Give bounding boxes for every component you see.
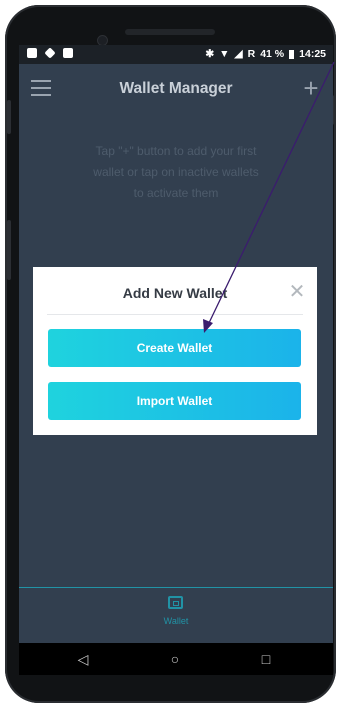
add-wallet-dialog: Add New Wallet ✕ Create Wallet Import Wa… [33,267,317,435]
tab-wallet-label: Wallet [163,616,189,626]
volume-down-button [7,220,11,280]
bottom-tab-bar: Wallet [19,587,333,643]
dialog-title: Add New Wallet [122,285,228,301]
recents-square-icon[interactable]: □ [258,651,274,667]
tab-wallet[interactable]: Wallet [153,596,199,636]
close-icon[interactable]: ✕ [288,282,306,302]
earpiece-speaker [125,29,215,35]
dialog-divider [47,314,303,315]
volume-up-button [7,100,11,134]
app-screen: ✱ ▼ ◢ R 41 % 14:25 Wallet Manager + Tap … [19,45,333,643]
wallet-icon [168,596,183,609]
create-wallet-button[interactable]: Create Wallet [48,329,301,367]
import-wallet-button[interactable]: Import Wallet [48,382,301,420]
back-triangle-icon[interactable]: ◁ [75,651,91,667]
android-nav-bar: ◁ ○ □ [19,643,333,675]
home-circle-icon[interactable]: ○ [167,651,183,667]
